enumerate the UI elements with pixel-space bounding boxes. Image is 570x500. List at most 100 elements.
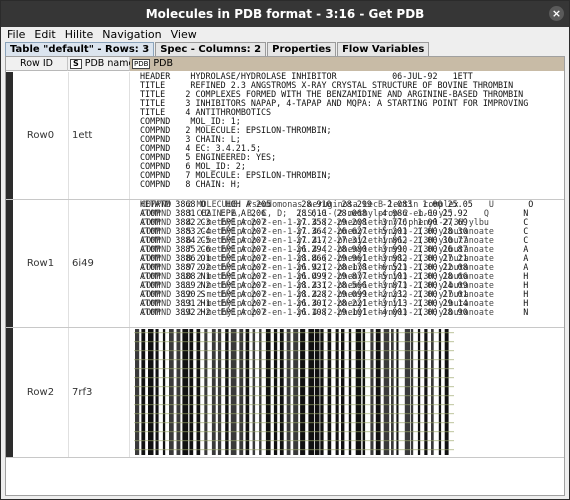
garbled-text-line [134,431,454,433]
garbled-text-stroke [273,329,278,455]
garbled-text-stroke [314,329,320,455]
garbled-text-stroke [320,329,324,455]
pdb-name-cell: 7rf3 [68,328,130,457]
garbled-text-stroke [370,329,374,455]
garbled-pdb-render [134,329,454,455]
garbled-text-stroke [383,329,390,455]
garbled-text-stroke [308,329,315,455]
garbled-text-stroke [196,329,201,455]
garbled-text-line [134,377,454,379]
column-header-row-id[interactable]: Row ID [6,57,68,71]
garbled-text-stroke [396,329,399,455]
menu-bar: File Edit Hilite Navigation View [1,27,569,42]
tab-flow-variables[interactable]: Flow Variables [337,42,430,56]
string-type-icon: S [70,58,82,69]
table-row[interactable]: Row1 6i49 HETATM 3868 O HOH A 205 28.910… [6,200,564,328]
garbled-text-stroke [245,329,250,455]
row-id-cell: Row1 [26,258,55,269]
garbled-text-stroke [391,329,394,455]
garbled-text-stroke [252,329,256,455]
menu-navigation[interactable]: Navigation [102,28,161,41]
garbled-text-stroke [431,329,434,455]
menu-view[interactable]: View [171,28,197,41]
column-label: Row ID [20,58,53,69]
garbled-text-stroke [225,329,229,455]
garbled-text-stroke [348,329,352,455]
table-row[interactable]: Row2 7rf3 [6,328,564,458]
window-title: Molecules in PDB format - 3:16 - Get PDB [145,7,425,21]
garbled-text-line [134,332,454,334]
menu-edit[interactable]: Edit [34,28,55,41]
tab-properties[interactable]: Properties [267,42,337,56]
garbled-text-stroke [265,329,271,455]
menu-hilite[interactable]: Hilite [65,28,94,41]
garbled-text-stroke [327,329,332,455]
pdb-content-cell: HETATM 3868 O HOH A 205 28.910 28.299 -2… [130,200,564,327]
garbled-text-stroke [424,329,428,455]
garbled-text-stroke [362,329,366,455]
garbled-text-line [134,386,454,388]
garbled-text-stroke [189,329,194,455]
app-window: Molecules in PDB format - 3:16 - Get PDB… [0,0,570,500]
garbled-text-line [134,350,454,352]
garbled-text-line [134,404,454,406]
garbled-text-line [134,440,454,442]
table-row[interactable]: Row0 1ett HEADER HYDROLASE/HYDROLASE INH… [6,72,564,200]
garbled-text-line [134,341,454,343]
garbled-text-stroke [217,329,222,455]
garbled-text-stroke [135,329,140,455]
garbled-text-line [134,449,454,451]
title-bar[interactable]: Molecules in PDB format - 3:16 - Get PDB… [1,1,569,27]
row-selection-marker [6,72,13,199]
garbled-text-stroke [204,329,208,455]
pdb-name-cell: 1ett [68,72,130,199]
garbled-text-stroke [155,329,159,455]
table-header: Row ID S PDB name PDB PDB [6,57,564,71]
pdb-content-cell: HEADER HYDROLASE/HYDROLASE INHIBITOR 06-… [130,72,564,199]
column-header-pdb-name[interactable]: S PDB name [68,57,134,71]
garbled-text-stroke [286,329,291,455]
garbled-text-stroke [300,329,306,455]
column-label: PDB name [84,58,135,69]
row-id-cell: Row2 [26,387,55,398]
garbled-text-stroke [239,329,244,455]
garbled-text-stroke [411,329,414,455]
tab-bar: Table "default" - Rows: 3 Spec - Columns… [5,42,430,56]
row-selection-marker [6,328,13,457]
garbled-text-stroke [444,329,449,455]
garbled-text-stroke [162,329,166,455]
garbled-text-stroke [404,329,411,455]
garbled-text-stroke [355,329,362,455]
garbled-text-line [134,395,454,397]
garbled-text-stroke [211,329,216,455]
menu-file[interactable]: File [7,28,25,41]
pdb-line-overlap: COMPND 14 2-methylprop-2-en-1-yl 4-(2-ph… [141,307,494,317]
garbled-text-stroke [375,329,381,455]
garbled-text-stroke [148,329,154,455]
garbled-text-stroke [341,329,345,455]
garbled-text-stroke [417,329,421,455]
garbled-text-stroke [438,329,442,455]
garbled-text-stroke [230,329,237,455]
garbled-text-stroke [293,329,299,455]
garbled-text-stroke [279,329,284,455]
pdb-name-cell: 6i49 [68,200,130,327]
tab-spec[interactable]: Spec - Columns: 2 [155,42,267,56]
garbled-text-line [134,359,454,361]
pdb-type-icon: PDB [132,58,151,69]
close-icon[interactable]: × [549,6,564,21]
table-view: Row ID S PDB name PDB PDB Row0 1ett HEADER… [5,56,565,496]
garbled-text-stroke [335,329,339,455]
garbled-text-line [134,413,454,415]
garbled-text-stroke [176,329,181,455]
garbled-text-stroke [182,329,189,455]
garbled-text-line [134,422,454,424]
row-selection-marker [6,200,13,327]
column-header-pdb[interactable]: PDB PDB [130,57,564,71]
pdb-content-cell [130,328,564,457]
pdb-line: COMPND 8 CHAIN: H; [140,179,241,189]
tab-table[interactable]: Table "default" - Rows: 3 [5,42,155,56]
column-label: PDB [153,58,173,69]
garbled-text-line [134,368,454,370]
garbled-text-stroke [169,329,174,455]
